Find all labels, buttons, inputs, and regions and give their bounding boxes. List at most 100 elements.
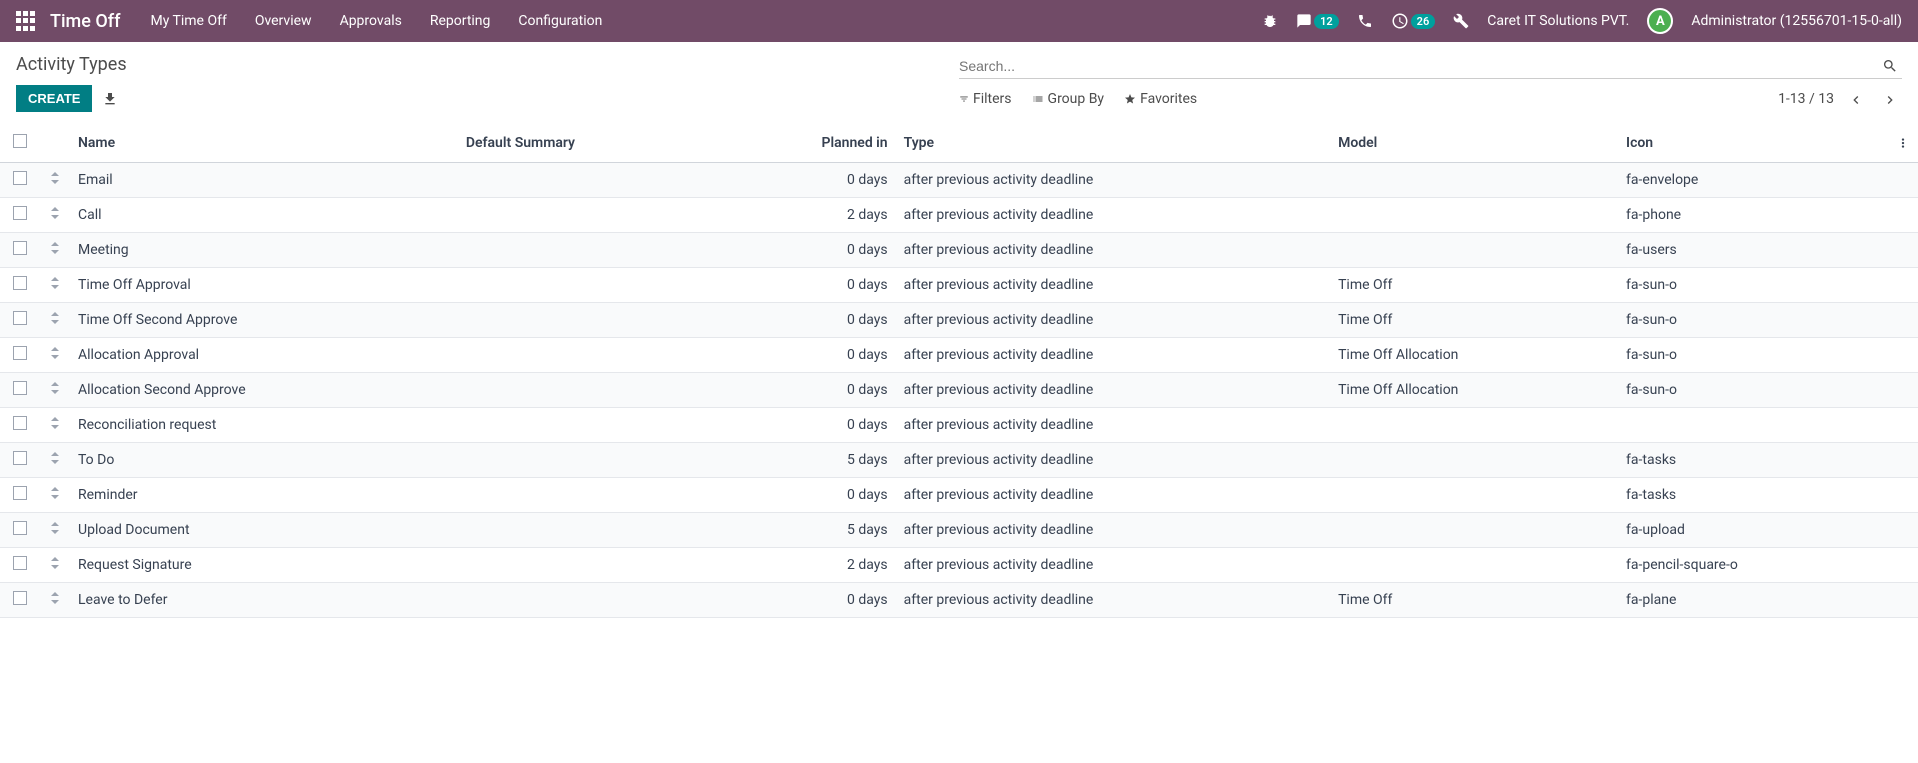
drag-handle-icon[interactable] bbox=[50, 172, 60, 184]
cell-model bbox=[1330, 478, 1618, 513]
pager-prev-button[interactable] bbox=[1844, 87, 1868, 111]
cell-icon: fa-sun-o bbox=[1618, 338, 1888, 373]
user-menu[interactable]: Administrator (12556701-15-0-all) bbox=[1691, 13, 1902, 29]
drag-handle-icon[interactable] bbox=[50, 207, 60, 219]
col-header-icon[interactable]: Icon bbox=[1618, 124, 1888, 163]
cell-icon: fa-plane bbox=[1618, 583, 1888, 618]
groupby-button[interactable]: Group By bbox=[1032, 91, 1105, 107]
chevron-left-icon bbox=[1848, 92, 1864, 108]
table-row[interactable]: Meeting0 daysafter previous activity dea… bbox=[0, 233, 1918, 268]
table-row[interactable]: Reconciliation request0 daysafter previo… bbox=[0, 408, 1918, 443]
cell-model bbox=[1330, 163, 1618, 198]
pager-text[interactable]: 1-13 / 13 bbox=[1778, 91, 1834, 107]
bug-icon[interactable] bbox=[1262, 13, 1278, 29]
col-header-planned-in[interactable]: Planned in bbox=[722, 124, 895, 163]
col-header-name[interactable]: Name bbox=[70, 124, 458, 163]
menu-overview[interactable]: Overview bbox=[255, 13, 312, 29]
drag-handle-icon[interactable] bbox=[50, 592, 60, 604]
filters-button[interactable]: Filters bbox=[959, 91, 1012, 107]
main-menu: My Time Off Overview Approvals Reporting… bbox=[150, 13, 602, 29]
cell-default-summary bbox=[458, 548, 722, 583]
cell-icon: fa-sun-o bbox=[1618, 268, 1888, 303]
cell-default-summary bbox=[458, 163, 722, 198]
menu-my-time-off[interactable]: My Time Off bbox=[150, 13, 226, 29]
export-icon[interactable] bbox=[102, 90, 118, 106]
drag-handle-icon[interactable] bbox=[50, 557, 60, 569]
cell-name: Meeting bbox=[70, 233, 458, 268]
cell-default-summary bbox=[458, 373, 722, 408]
col-header-type[interactable]: Type bbox=[896, 124, 1330, 163]
search-box bbox=[959, 54, 1902, 79]
cell-planned-in: 0 days bbox=[722, 408, 895, 443]
drag-handle-icon[interactable] bbox=[50, 522, 60, 534]
cell-type: after previous activity deadline bbox=[896, 443, 1330, 478]
cell-default-summary bbox=[458, 198, 722, 233]
menu-reporting[interactable]: Reporting bbox=[430, 13, 491, 29]
row-checkbox[interactable] bbox=[13, 486, 27, 500]
debug-tools-icon[interactable] bbox=[1453, 13, 1469, 29]
search-input[interactable] bbox=[959, 58, 1878, 74]
drag-handle-icon[interactable] bbox=[50, 382, 60, 394]
cell-model bbox=[1330, 198, 1618, 233]
table-row[interactable]: To Do5 daysafter previous activity deadl… bbox=[0, 443, 1918, 478]
app-title[interactable]: Time Off bbox=[50, 11, 120, 32]
row-checkbox[interactable] bbox=[13, 451, 27, 465]
list-icon bbox=[1032, 93, 1044, 105]
col-header-model[interactable]: Model bbox=[1330, 124, 1618, 163]
cell-icon bbox=[1618, 408, 1888, 443]
row-checkbox[interactable] bbox=[13, 241, 27, 255]
table-row[interactable]: Time Off Second Approve0 daysafter previ… bbox=[0, 303, 1918, 338]
table-row[interactable]: Leave to Defer0 daysafter previous activ… bbox=[0, 583, 1918, 618]
cell-default-summary bbox=[458, 338, 722, 373]
row-checkbox[interactable] bbox=[13, 556, 27, 570]
optional-columns-icon[interactable] bbox=[1896, 135, 1910, 151]
menu-configuration[interactable]: Configuration bbox=[518, 13, 602, 29]
table-row[interactable]: Request Signature2 daysafter previous ac… bbox=[0, 548, 1918, 583]
cell-icon: fa-sun-o bbox=[1618, 303, 1888, 338]
row-checkbox[interactable] bbox=[13, 171, 27, 185]
row-checkbox[interactable] bbox=[13, 521, 27, 535]
col-header-default-summary[interactable]: Default Summary bbox=[458, 124, 722, 163]
cell-planned-in: 0 days bbox=[722, 303, 895, 338]
table-row[interactable]: Allocation Second Approve0 daysafter pre… bbox=[0, 373, 1918, 408]
row-checkbox[interactable] bbox=[13, 591, 27, 605]
drag-handle-icon[interactable] bbox=[50, 452, 60, 464]
cell-type: after previous activity deadline bbox=[896, 478, 1330, 513]
company-name[interactable]: Caret IT Solutions PVT. bbox=[1487, 13, 1629, 29]
drag-handle-icon[interactable] bbox=[50, 487, 60, 499]
table-row[interactable]: Email0 daysafter previous activity deadl… bbox=[0, 163, 1918, 198]
favorites-button[interactable]: Favorites bbox=[1124, 91, 1197, 107]
table-row[interactable]: Call2 daysafter previous activity deadli… bbox=[0, 198, 1918, 233]
phone-icon[interactable] bbox=[1357, 13, 1373, 29]
cell-planned-in: 0 days bbox=[722, 373, 895, 408]
row-checkbox[interactable] bbox=[13, 276, 27, 290]
drag-handle-icon[interactable] bbox=[50, 242, 60, 254]
avatar[interactable]: A bbox=[1647, 8, 1673, 34]
row-checkbox[interactable] bbox=[13, 416, 27, 430]
row-checkbox[interactable] bbox=[13, 381, 27, 395]
drag-handle-icon[interactable] bbox=[50, 277, 60, 289]
discuss-icon[interactable]: 12 bbox=[1296, 13, 1339, 29]
pager-next-button[interactable] bbox=[1878, 87, 1902, 111]
table-row[interactable]: Upload Document5 daysafter previous acti… bbox=[0, 513, 1918, 548]
table-row[interactable]: Allocation Approval0 daysafter previous … bbox=[0, 338, 1918, 373]
table-row[interactable]: Reminder0 daysafter previous activity de… bbox=[0, 478, 1918, 513]
activities-icon[interactable]: 26 bbox=[1391, 12, 1436, 30]
cell-type: after previous activity deadline bbox=[896, 303, 1330, 338]
cell-icon: fa-tasks bbox=[1618, 478, 1888, 513]
drag-handle-icon[interactable] bbox=[50, 417, 60, 429]
row-checkbox[interactable] bbox=[13, 206, 27, 220]
apps-menu-icon[interactable] bbox=[16, 11, 36, 31]
drag-handle-icon[interactable] bbox=[50, 312, 60, 324]
table-row[interactable]: Time Off Approval0 daysafter previous ac… bbox=[0, 268, 1918, 303]
select-all-checkbox[interactable] bbox=[13, 134, 27, 148]
cell-planned-in: 0 days bbox=[722, 583, 895, 618]
row-checkbox[interactable] bbox=[13, 311, 27, 325]
create-button[interactable]: CREATE bbox=[16, 85, 92, 112]
drag-handle-icon[interactable] bbox=[50, 347, 60, 359]
search-icon[interactable] bbox=[1878, 58, 1902, 74]
menu-approvals[interactable]: Approvals bbox=[340, 13, 402, 29]
cell-model bbox=[1330, 408, 1618, 443]
cell-icon: fa-envelope bbox=[1618, 163, 1888, 198]
row-checkbox[interactable] bbox=[13, 346, 27, 360]
